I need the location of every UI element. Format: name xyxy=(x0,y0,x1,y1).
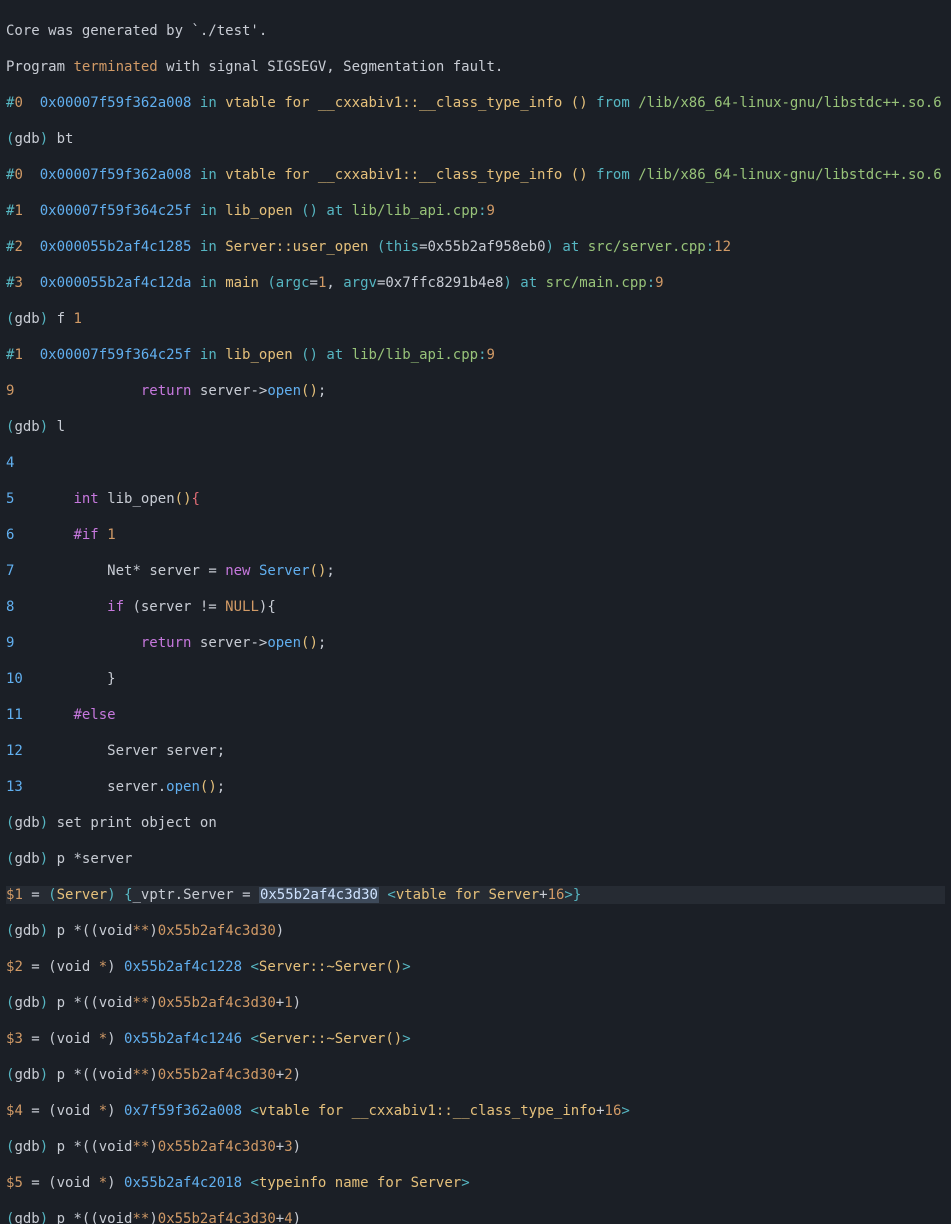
frame0-line: #0 0x00007f59f362a008 in vtable for __cx… xyxy=(6,94,945,112)
bt-frame0: #0 0x00007f59f362a008 in vtable for __cx… xyxy=(6,166,945,184)
src-line-6: 6 #if 1 xyxy=(6,526,945,544)
gdb-prompt-p-server[interactable]: (gdb) p *server xyxy=(6,850,945,868)
src-line-8: 8 if (server != NULL){ xyxy=(6,598,945,616)
bt-frame1: #1 0x00007f59f364c25f in lib_open () at … xyxy=(6,202,945,220)
core-line: Core was generated by `./test'. xyxy=(6,22,945,40)
src-line-9a: 9 return server->open(); xyxy=(6,382,945,400)
gdb-prompt-setprint[interactable]: (gdb) set print object on xyxy=(6,814,945,832)
src-line-9: 9 return server->open(); xyxy=(6,634,945,652)
gdb-prompt-p-deref0[interactable]: (gdb) p *((void**)0x55b2af4c3d30) xyxy=(6,922,945,940)
gdb-prompt-p-deref4[interactable]: (gdb) p *((void**)0x55b2af4c3d30+4) xyxy=(6,1210,945,1224)
gdb-prompt-list[interactable]: (gdb) l xyxy=(6,418,945,436)
src-line-10: 10 } xyxy=(6,670,945,688)
terminated-word: terminated xyxy=(73,59,157,75)
program-line: Program terminated with signal SIGSEGV, … xyxy=(6,58,945,76)
src-line-4: 4 xyxy=(6,454,945,472)
result-3: $3 = (void *) 0x55b2af4c1246 <Server::~S… xyxy=(6,1030,945,1048)
src-line-7: 7 Net* server = new Server(); xyxy=(6,562,945,580)
highlighted-addr: 0x55b2af4c3d30 xyxy=(259,887,379,903)
result-5: $5 = (void *) 0x55b2af4c2018 <typeinfo n… xyxy=(6,1174,945,1192)
gdb-prompt-p-deref1[interactable]: (gdb) p *((void**)0x55b2af4c3d30+1) xyxy=(6,994,945,1012)
result-1: $1 = (Server) {_vptr.Server = 0x55b2af4c… xyxy=(6,886,945,904)
core-text: Core was generated by `./test'. xyxy=(6,23,267,39)
gdb-prompt-p-deref3[interactable]: (gdb) p *((void**)0x55b2af4c3d30+3) xyxy=(6,1138,945,1156)
frame0-addr: 0x00007f59f362a008 xyxy=(40,95,192,111)
frame0-lib: /lib/x86_64-linux-gnu/libstdc++.so.6 xyxy=(638,95,941,111)
result-2: $2 = (void *) 0x55b2af4c1228 <Server::~S… xyxy=(6,958,945,976)
gdb-prompt-frame[interactable]: (gdb) f 1 xyxy=(6,310,945,328)
gdb-prompt-bt[interactable]: (gdb) bt xyxy=(6,130,945,148)
cmd-list: l xyxy=(48,419,65,435)
frame1-selected: #1 0x00007f59f364c25f in lib_open () at … xyxy=(6,346,945,364)
bt-frame3: #3 0x000055b2af4c12da in main (argc=1, a… xyxy=(6,274,945,292)
gdb-prompt-p-deref2[interactable]: (gdb) p *((void**)0x55b2af4c3d30+2) xyxy=(6,1066,945,1084)
src-line-13: 13 server.open(); xyxy=(6,778,945,796)
src-line-12: 12 Server server; xyxy=(6,742,945,760)
cmd-set-print: set print object on xyxy=(48,815,217,831)
cmd-p-server: p *server xyxy=(48,851,132,867)
result-4: $4 = (void *) 0x7f59f362a008 <vtable for… xyxy=(6,1102,945,1120)
src-line-11: 11 #else xyxy=(6,706,945,724)
bt-frame2: #2 0x000055b2af4c1285 in Server::user_op… xyxy=(6,238,945,256)
gdb-terminal[interactable]: Core was generated by `./test'. Program … xyxy=(0,0,951,1224)
cmd-bt: bt xyxy=(48,131,73,147)
frame0-sym: vtable for __cxxabiv1::__class_type_info… xyxy=(225,95,587,111)
src-line-5: 5 int lib_open(){ xyxy=(6,490,945,508)
